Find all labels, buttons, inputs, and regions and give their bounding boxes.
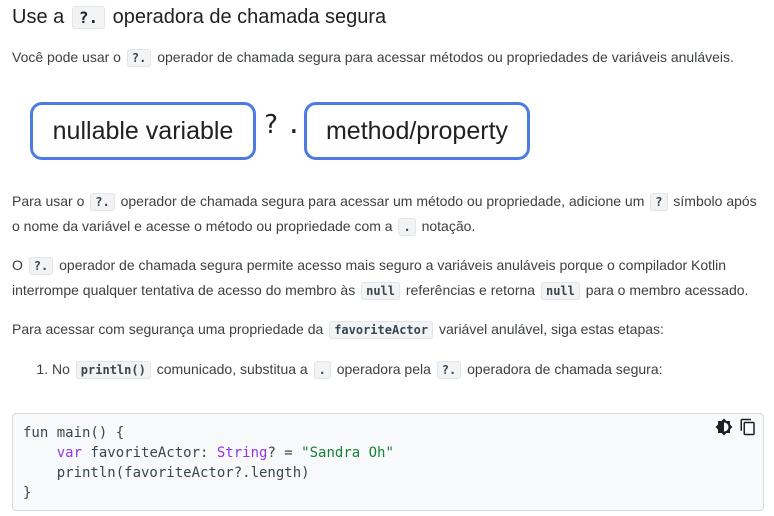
code-line: var favoriteActor: String? = "Sandra Oh" — [56, 445, 394, 461]
code-content[interactable]: fun main() { var favoriteActor: String? … — [13, 414, 763, 512]
list-item: No println() comunicado, substitua a . o… — [52, 357, 663, 382]
code-line: println(favoriteActor?.length) — [23, 465, 310, 481]
inline-code: println() — [75, 361, 151, 379]
inline-code: favoriteActor — [329, 321, 434, 339]
inline-code: null — [361, 282, 400, 300]
dark-theme-toggle-icon[interactable] — [715, 418, 733, 436]
inline-code: ?. — [436, 361, 462, 379]
code-line: } — [23, 485, 32, 501]
inline-code: null — [540, 282, 580, 300]
inline-code: ?. — [71, 6, 106, 29]
copy-icon[interactable] — [739, 418, 757, 436]
section-heading: Use a ?. operadora de chamada segura — [12, 6, 387, 29]
dot-symbol: . — [286, 110, 302, 140]
inline-code: ? — [650, 193, 668, 211]
safety-paragraph: O ?. operador de chamada segura permite … — [12, 257, 749, 300]
code-line: fun main() { — [23, 425, 125, 441]
steps-list: No println() comunicado, substitua a . o… — [12, 357, 663, 382]
question-mark-symbol: ? — [263, 110, 279, 140]
steps-intro-paragraph: Para acessar com segurança uma proprieda… — [12, 321, 664, 339]
inline-code: ?. — [28, 257, 54, 275]
inline-code: . — [398, 218, 416, 236]
inline-code: ?. — [90, 193, 115, 211]
nullable-variable-box: nullable variable — [30, 102, 256, 160]
intro-paragraph: Você pode usar o ?. operador de chamada … — [12, 49, 734, 67]
code-block[interactable]: fun main() { var favoriteActor: String? … — [12, 413, 764, 511]
code-toolbar — [715, 418, 757, 436]
method-property-box: method/property — [304, 102, 530, 160]
inline-code: ?. — [126, 49, 152, 67]
usage-paragraph: Para usar o ?. operador de chamada segur… — [12, 193, 757, 236]
inline-code: . — [313, 361, 331, 379]
